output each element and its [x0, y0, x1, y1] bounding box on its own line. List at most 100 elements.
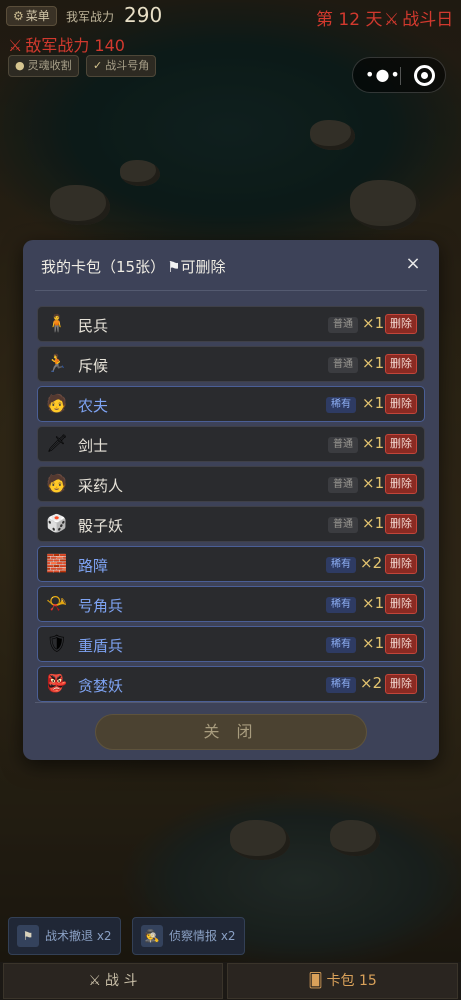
swordsman-icon: 🗡	[46, 434, 68, 454]
menu-button[interactable]: ⚙ 菜单	[6, 6, 57, 26]
buff-battle-horn[interactable]: ✓ 战斗号角	[86, 55, 157, 77]
shield-soldier-icon: 🛡	[46, 634, 68, 654]
rarity-badge: 普通	[328, 517, 358, 533]
rarity-badge: 稀有	[326, 677, 356, 693]
crossed-swords-icon: ⚔	[8, 36, 23, 55]
gear-icon: ⚙	[13, 9, 24, 23]
rarity-badge: 稀有	[326, 397, 356, 413]
horn-icon: ✓	[93, 59, 103, 72]
barricade-icon: 🧱	[46, 554, 68, 574]
item-tactical-retreat[interactable]: ⚑ 战术撤退 x2	[8, 917, 121, 955]
tab-deck-label: 卡包 15	[326, 973, 377, 989]
battle-day-label: 战斗日	[402, 10, 454, 30]
divider	[35, 702, 427, 703]
card-name: 路障	[78, 557, 109, 575]
deletable-label: 可删除	[180, 258, 226, 276]
delete-button[interactable]: 删除	[385, 354, 417, 374]
rarity-badge: 稀有	[326, 597, 356, 613]
card-count: ×1	[362, 594, 385, 612]
rarity-badge: 稀有	[326, 637, 356, 653]
delete-button[interactable]: 删除	[385, 514, 417, 534]
card-name: 号角兵	[78, 597, 124, 615]
card-count: ×1	[362, 394, 385, 412]
card-pack-icon: 🂠	[308, 973, 323, 989]
herbalist-icon: 🧑	[46, 474, 68, 494]
card-row[interactable]: 🛡 重盾兵 稀有 ×1 删除	[37, 626, 425, 662]
menu-label: 菜单	[25, 9, 50, 23]
buff-soul-harvest[interactable]: ● 灵魂收割	[8, 55, 79, 77]
card-row[interactable]: 🏃 斥候 普通 ×1 删除	[37, 346, 425, 382]
militia-icon: 🧍	[46, 314, 68, 334]
delete-button[interactable]: 删除	[385, 634, 417, 654]
close-icon[interactable]: ×	[403, 254, 423, 274]
card-count: ×1	[362, 354, 385, 372]
delete-button[interactable]: 删除	[385, 554, 417, 574]
tab-deck[interactable]: 🂠 卡包 15	[227, 963, 458, 999]
card-name: 采药人	[78, 477, 124, 495]
our-power-value: 290	[124, 3, 163, 27]
card-count: ×2	[360, 674, 383, 692]
card-count: ×1	[362, 314, 385, 332]
card-row[interactable]: 👺 贪婪妖 稀有 ×2 删除	[37, 666, 425, 702]
card-count: ×1	[362, 434, 385, 452]
card-row[interactable]: 🗡 剑士 普通 ×1 删除	[37, 426, 425, 462]
deck-modal: 我的卡包（15张） ⚑可删除 × 🧍 民兵 普通 ×1 删除 🏃 斥候 普通 ×1 删除 🧑 农夫 稀有 ×…	[23, 240, 439, 760]
deck-title: 我的卡包（15张）	[41, 258, 166, 276]
rarity-badge: 普通	[328, 357, 358, 373]
crossed-swords-icon: ⚔	[384, 10, 400, 30]
card-name: 重盾兵	[78, 637, 124, 655]
card-count: ×1	[362, 634, 385, 652]
scout-report-icon: 🕵	[141, 925, 163, 947]
soul-icon: ●	[15, 59, 25, 72]
rarity-badge: 普通	[328, 437, 358, 453]
card-name: 斥候	[78, 357, 109, 375]
delete-button[interactable]: 删除	[385, 314, 417, 334]
card-row[interactable]: 🎲 骰子妖 普通 ×1 删除	[37, 506, 425, 542]
delete-button[interactable]: 删除	[385, 674, 417, 694]
dice-demon-icon: 🎲	[46, 514, 68, 534]
enemy-power-label: 敌军战力 140	[25, 36, 125, 55]
flag-icon: ⚑	[167, 258, 181, 276]
greed-demon-icon: 👺	[46, 674, 68, 694]
card-list: 🧍 民兵 普通 ×1 删除 🏃 斥候 普通 ×1 删除 🧑 农夫 稀有 ×1 删除 🗡 剑士 普通 ×1 删除 🧑 采药人…	[37, 306, 425, 706]
card-name: 骰子妖	[78, 517, 124, 535]
farmer-icon: 🧑	[46, 394, 68, 414]
tab-battle-label: 战 斗	[105, 973, 138, 989]
flag-icon: ⚑	[17, 925, 39, 947]
delete-button[interactable]: 删除	[385, 434, 417, 454]
close-miniprogram-icon[interactable]	[414, 65, 435, 86]
card-count: ×1	[362, 514, 385, 532]
item-label: 侦察情报 x2	[169, 929, 236, 943]
card-count: ×1	[362, 474, 385, 492]
crossed-swords-icon: ⚔	[88, 973, 102, 989]
buff-label: 战斗号角	[105, 59, 150, 72]
card-row[interactable]: 🧑 农夫 稀有 ×1 删除	[37, 386, 425, 422]
rarity-badge: 稀有	[326, 557, 356, 573]
capsule-divider	[400, 67, 401, 85]
card-row[interactable]: 📯 号角兵 稀有 ×1 删除	[37, 586, 425, 622]
card-row[interactable]: 🧑 采药人 普通 ×1 删除	[37, 466, 425, 502]
more-options-icon[interactable]: •●•	[365, 66, 400, 84]
item-label: 战术撤退 x2	[45, 929, 112, 943]
delete-button[interactable]: 删除	[385, 594, 417, 614]
divider	[35, 290, 427, 291]
rarity-badge: 普通	[328, 317, 358, 333]
enemy-power: ⚔ 敌军战力 140	[8, 32, 125, 56]
card-row[interactable]: 🧱 路障 稀有 ×2 删除	[37, 546, 425, 582]
close-button[interactable]: 关 闭	[95, 714, 367, 750]
item-scout-report[interactable]: 🕵 侦察情报 x2	[132, 917, 245, 955]
day-counter: 第 12 天	[316, 10, 383, 30]
modal-title: 我的卡包（15张） ⚑可删除	[41, 256, 226, 277]
card-count: ×2	[360, 554, 383, 572]
tab-battle[interactable]: ⚔ 战 斗	[3, 963, 223, 999]
battle-day-indicator: ⚔ 战斗日	[384, 5, 453, 30]
delete-button[interactable]: 删除	[385, 474, 417, 494]
horn-soldier-icon: 📯	[46, 594, 68, 614]
scout-icon: 🏃	[46, 354, 68, 374]
card-name: 民兵	[78, 317, 109, 335]
card-name: 剑士	[78, 437, 109, 455]
our-power-label: 我军战力	[66, 10, 115, 24]
delete-button[interactable]: 删除	[385, 394, 417, 414]
card-row[interactable]: 🧍 民兵 普通 ×1 删除	[37, 306, 425, 342]
card-name: 农夫	[78, 397, 109, 415]
